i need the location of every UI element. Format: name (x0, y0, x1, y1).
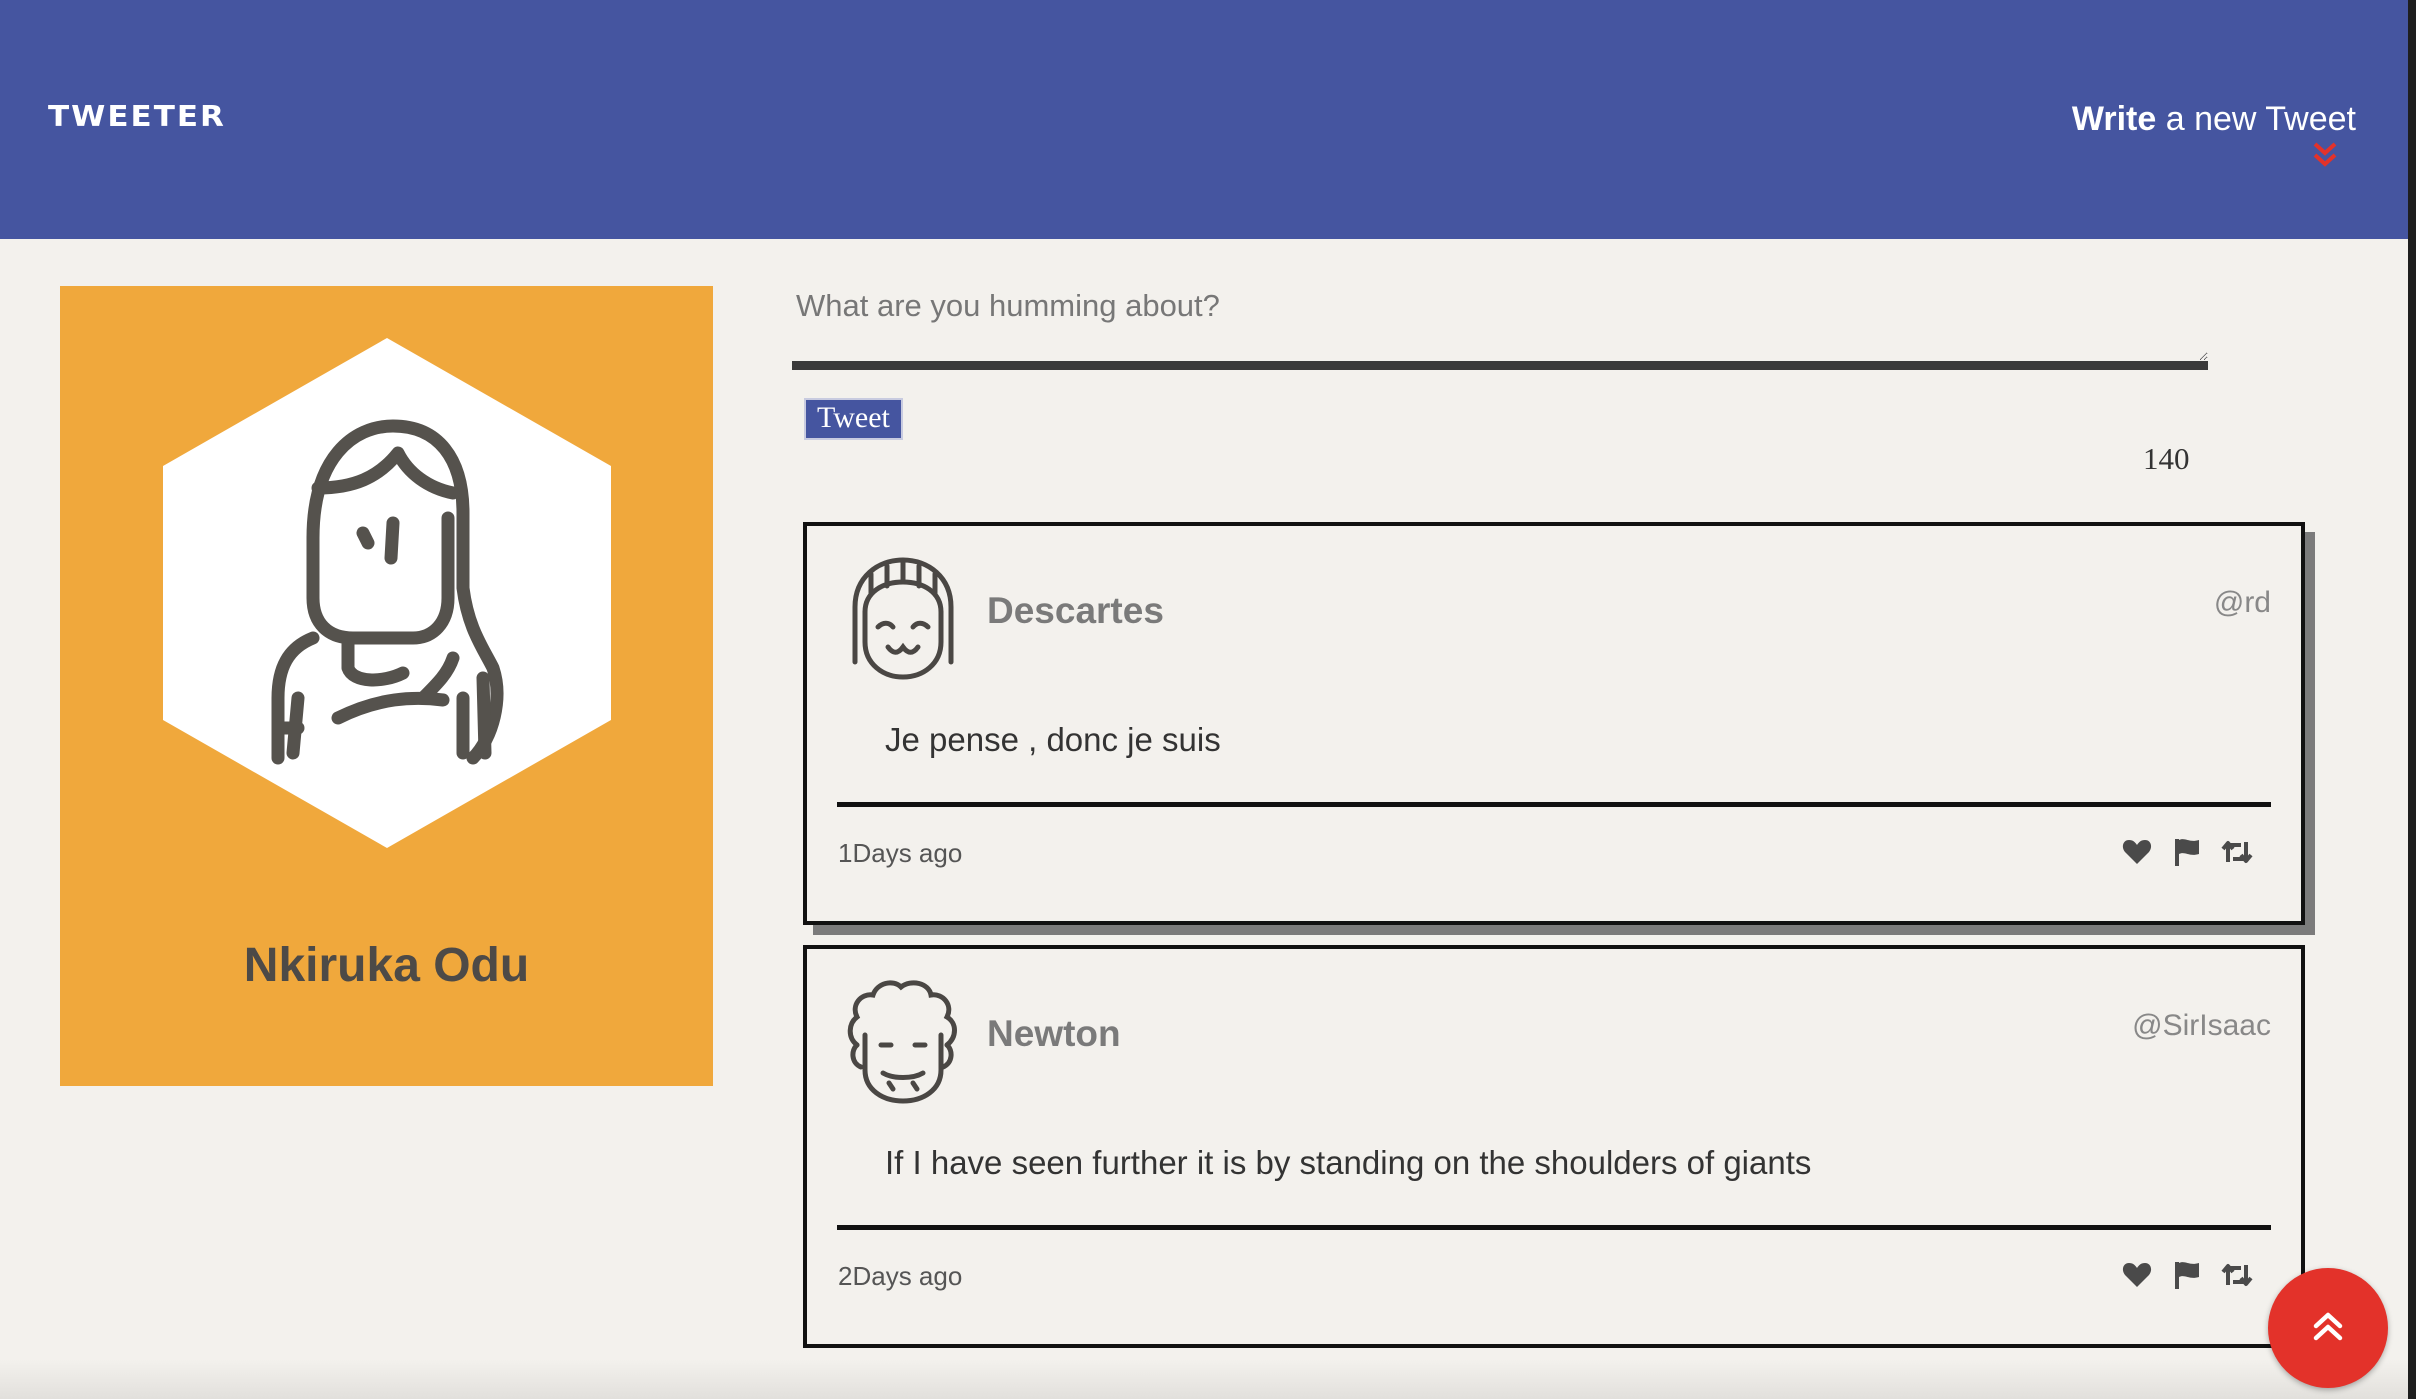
heart-icon[interactable] (2121, 836, 2153, 868)
tweet-content: Je pense , donc je suis (885, 721, 1221, 758)
tweet-timestamp: 1Days ago (838, 838, 963, 868)
tweet-submit-button[interactable]: Tweet (804, 398, 903, 440)
double-chevron-down-icon (2313, 142, 2337, 167)
tweet-textarea[interactable] (792, 280, 2208, 370)
tweet-author: Descartes (987, 590, 1164, 631)
tweet-handle: @rd (2213, 586, 2271, 619)
heart-icon[interactable] (2121, 1259, 2153, 1291)
flag-icon[interactable] (2171, 836, 2203, 868)
compose-toggle-label: a new Tweet (2156, 100, 2356, 138)
tweet-card: Newton @SirIsaac If I have seen further … (803, 945, 2305, 1348)
top-nav: TWEETER Write a new Tweet (0, 0, 2408, 239)
flag-icon[interactable] (2171, 1259, 2203, 1291)
window-edge (2408, 0, 2416, 1399)
tweet-card: Descartes @rd Je pense , donc je suis 1D… (803, 522, 2305, 925)
bottom-fade (0, 1360, 2408, 1399)
profile-name: Nkiruka Odu (243, 939, 530, 992)
user-avatar (852, 557, 954, 680)
brand-logo[interactable]: TWEETER (48, 100, 226, 133)
retweet-icon[interactable] (2221, 1259, 2253, 1291)
tweet-author: Newton (987, 1013, 1121, 1054)
compose-toggle-bold: Write (2071, 100, 2157, 138)
user-avatar (847, 980, 957, 1104)
profile-card: Nkiruka Odu (60, 286, 713, 1086)
profile-avatar (163, 338, 611, 848)
tweet-divider (837, 802, 2271, 807)
tweet-divider (837, 1225, 2271, 1230)
write-new-tweet-toggle[interactable]: Write a new Tweet (2071, 100, 2356, 167)
double-chevron-up-icon (2313, 1312, 2343, 1341)
tweet-composer: Tweet (792, 280, 2212, 440)
retweet-icon[interactable] (2221, 836, 2253, 868)
tweet-timestamp: 2Days ago (838, 1261, 963, 1291)
tweet-actions (2121, 836, 2253, 868)
char-counter: 140 (2143, 441, 2190, 476)
page: TWEETER Write a new Tweet Nkiruka Odu Wh… (0, 0, 2416, 1399)
scroll-to-top-button[interactable] (2268, 1268, 2388, 1388)
tweet-actions (2121, 1259, 2253, 1291)
tweet-content: If I have seen further it is by standing… (885, 1144, 1812, 1181)
tweet-handle: @SirIsaac (2132, 1009, 2271, 1042)
